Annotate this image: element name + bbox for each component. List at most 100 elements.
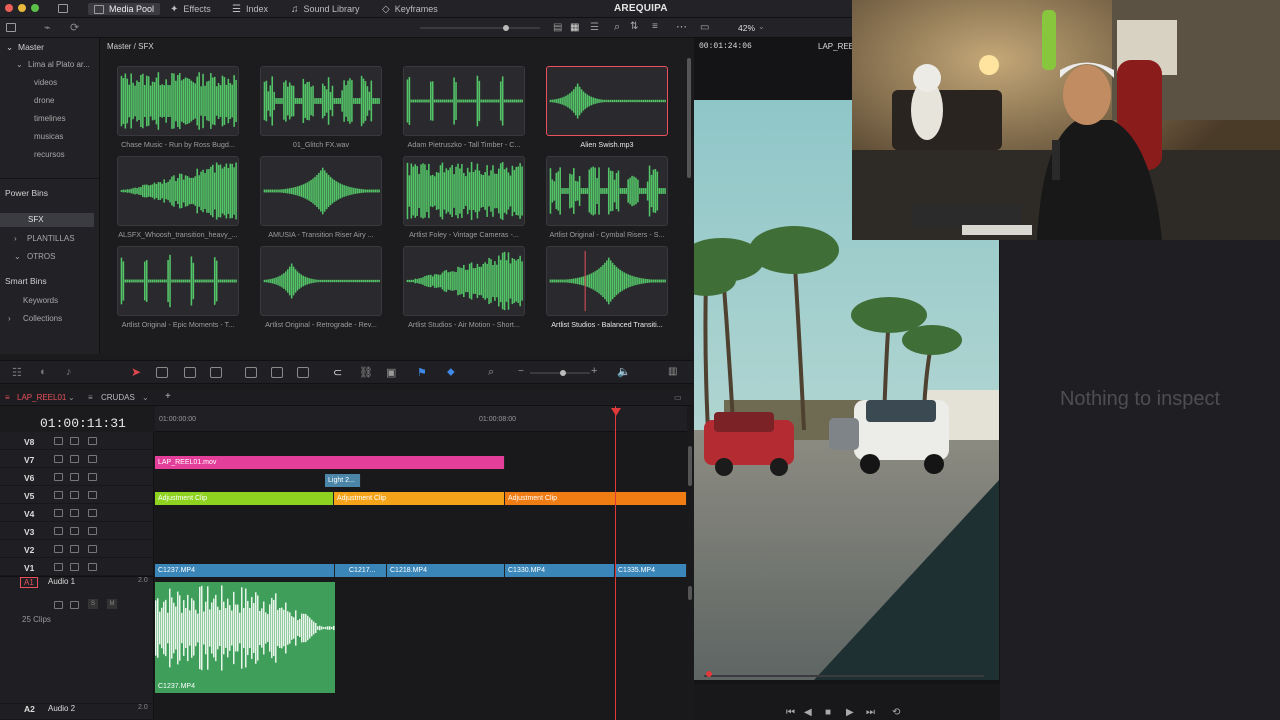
autoselect-icon[interactable] <box>70 473 79 481</box>
track-name[interactable]: V6 <box>24 473 34 483</box>
more-icon[interactable]: ⋯ <box>676 20 687 33</box>
audio-clip-thumbnail[interactable] <box>260 156 382 226</box>
chevron-down-icon[interactable]: ⌄ <box>14 252 21 261</box>
power-bin-sfx[interactable]: SFX <box>0 213 94 227</box>
lock-icon[interactable] <box>54 545 63 553</box>
eye-icon[interactable] <box>88 437 97 445</box>
audio-icon[interactable]: ◐ <box>40 366 47 378</box>
zoom-out-icon[interactable]: − <box>518 366 524 377</box>
clip-v5-adjust-2[interactable]: Adjustment Clip <box>334 492 505 505</box>
zoom-slider-knob[interactable] <box>560 370 566 376</box>
smart-bin-collections[interactable]: Collections <box>23 314 62 323</box>
solo-button[interactable]: S <box>88 599 98 609</box>
maximize-window-button[interactable] <box>31 4 39 12</box>
track-name[interactable]: V7 <box>24 455 34 465</box>
clip-v1-1[interactable]: C1237.MP4 <box>155 564 335 577</box>
autoselect-icon[interactable] <box>70 563 79 571</box>
eye-icon[interactable] <box>88 527 97 535</box>
prev-icon[interactable]: ⏮ <box>786 707 795 718</box>
marker-icon[interactable]: ⬥ <box>447 366 455 379</box>
scrubber[interactable] <box>704 675 984 677</box>
viewer-mode-icon[interactable]: ▭ <box>700 22 709 33</box>
chevron-down-icon[interactable]: ⌄ <box>6 42 13 53</box>
tab-media-pool[interactable]: Media Pool <box>88 3 161 15</box>
power-bin-plantillas[interactable]: PLANTILLAS <box>27 234 75 243</box>
metadata-view-icon[interactable]: ▤ <box>553 22 562 33</box>
mute-button[interactable]: M <box>107 599 117 609</box>
next-icon[interactable]: ⏭ <box>866 707 875 718</box>
track-id-a2[interactable]: A2 <box>24 704 35 714</box>
track-name[interactable]: V5 <box>24 491 34 501</box>
lock-icon[interactable]: ▣ <box>386 366 396 379</box>
eye-icon[interactable] <box>88 545 97 553</box>
audio-clip-thumbnail[interactable] <box>546 246 668 316</box>
power-bin-otros[interactable]: OTROS <box>27 252 55 261</box>
viewer-timecode[interactable]: 00:01:24:06 <box>699 42 752 51</box>
flag-icon[interactable]: ⚑ <box>417 366 427 379</box>
chevron-down-icon[interactable]: ⌄ <box>758 22 765 31</box>
audio-clip-thumbnail[interactable] <box>260 66 382 136</box>
timeline-ruler[interactable]: 01:00:00:00 01:00:08:00 <box>155 406 687 432</box>
clip-v5-adjust-1[interactable]: Adjustment Clip <box>155 492 334 505</box>
chevron-down-icon[interactable]: ⌄ <box>142 393 149 402</box>
tab-keyframes[interactable]: ◇ Keyframes <box>382 3 438 15</box>
track-id-a1[interactable]: A1 <box>20 577 38 588</box>
bin-drone[interactable]: drone <box>34 96 54 105</box>
lock-icon[interactable] <box>54 509 63 517</box>
bin-recursos[interactable]: recursos <box>34 150 65 159</box>
clip-v1-4[interactable]: C1330.MP4 <box>505 564 615 577</box>
audio-clip-thumbnail[interactable] <box>117 66 239 136</box>
autoselect-icon[interactable] <box>70 527 79 535</box>
insert-icon[interactable] <box>245 367 257 378</box>
audio-clip-thumbnail[interactable] <box>403 66 525 136</box>
tab-lap-reel01[interactable]: LAP_REEL01 <box>17 393 66 402</box>
add-tab-button[interactable]: + <box>165 391 171 402</box>
audio-clip-thumbnail[interactable] <box>260 246 382 316</box>
bin-project[interactable]: Lima al Plato ar... <box>28 60 90 69</box>
audio-clip-thumbnail[interactable] <box>117 246 239 316</box>
zoom-level[interactable]: 42% <box>738 23 755 33</box>
timeline-timecode[interactable]: 01:00:11:31 <box>40 416 126 431</box>
snapping-icon[interactable]: ⊂ <box>333 366 342 379</box>
autoselect-icon[interactable] <box>70 455 79 463</box>
zoom-icon[interactable]: ⌕ <box>488 366 494 379</box>
autoselect-icon[interactable] <box>70 509 79 517</box>
mic-icon[interactable]: ♪ <box>66 366 72 378</box>
tab-crudas[interactable]: CRUDAS <box>101 393 135 402</box>
playhead[interactable] <box>615 406 616 720</box>
smart-bin-keywords[interactable]: Keywords <box>23 296 58 305</box>
minimize-window-button[interactable] <box>18 4 26 12</box>
clip-v7[interactable]: LAP_REEL01.mov <box>155 456 505 469</box>
track-name[interactable]: V2 <box>24 545 34 555</box>
timeline-options-icon[interactable]: ☷ <box>12 366 22 379</box>
timeline-view-icon[interactable]: ▭ <box>674 393 682 402</box>
lock-icon[interactable] <box>54 455 63 463</box>
meter-icon[interactable]: ▥ <box>668 366 677 377</box>
replace-icon[interactable] <box>297 367 309 378</box>
tab-index[interactable]: ☰ Index <box>232 3 268 15</box>
selection-arrow-icon[interactable]: ➤ <box>131 365 141 379</box>
close-window-button[interactable] <box>5 4 13 12</box>
blade-icon[interactable] <box>210 367 222 378</box>
clip-a1[interactable]: C1237.MP4 <box>155 582 335 693</box>
track-name[interactable]: V3 <box>24 527 34 537</box>
filter-icon[interactable]: ⇅ <box>630 21 638 32</box>
stop-icon[interactable]: ■ <box>825 707 831 718</box>
chevron-down-icon[interactable]: ⌄ <box>68 393 75 402</box>
sidebar-toggle-icon[interactable] <box>6 23 16 32</box>
link-icon[interactable]: ⛓ <box>359 366 373 379</box>
scrollbar[interactable] <box>687 406 693 720</box>
bin-musicas[interactable]: musicas <box>34 132 63 141</box>
play-icon[interactable]: ▶ <box>846 707 854 718</box>
audio-clip-thumbnail[interactable] <box>403 246 525 316</box>
eye-icon[interactable] <box>88 491 97 499</box>
clip-v1-5[interactable]: C1335.MP4 <box>615 564 687 577</box>
clip-v6[interactable]: Light 2... <box>325 474 361 487</box>
refresh-icon[interactable]: ⟳ <box>70 21 79 34</box>
lock-icon[interactable] <box>54 563 63 571</box>
overwrite-icon[interactable] <box>271 367 283 378</box>
zoom-in-icon[interactable]: + <box>591 365 597 377</box>
eye-icon[interactable] <box>88 509 97 517</box>
track-name[interactable]: V1 <box>24 563 34 573</box>
list-view-icon[interactable]: ☰ <box>590 22 599 33</box>
